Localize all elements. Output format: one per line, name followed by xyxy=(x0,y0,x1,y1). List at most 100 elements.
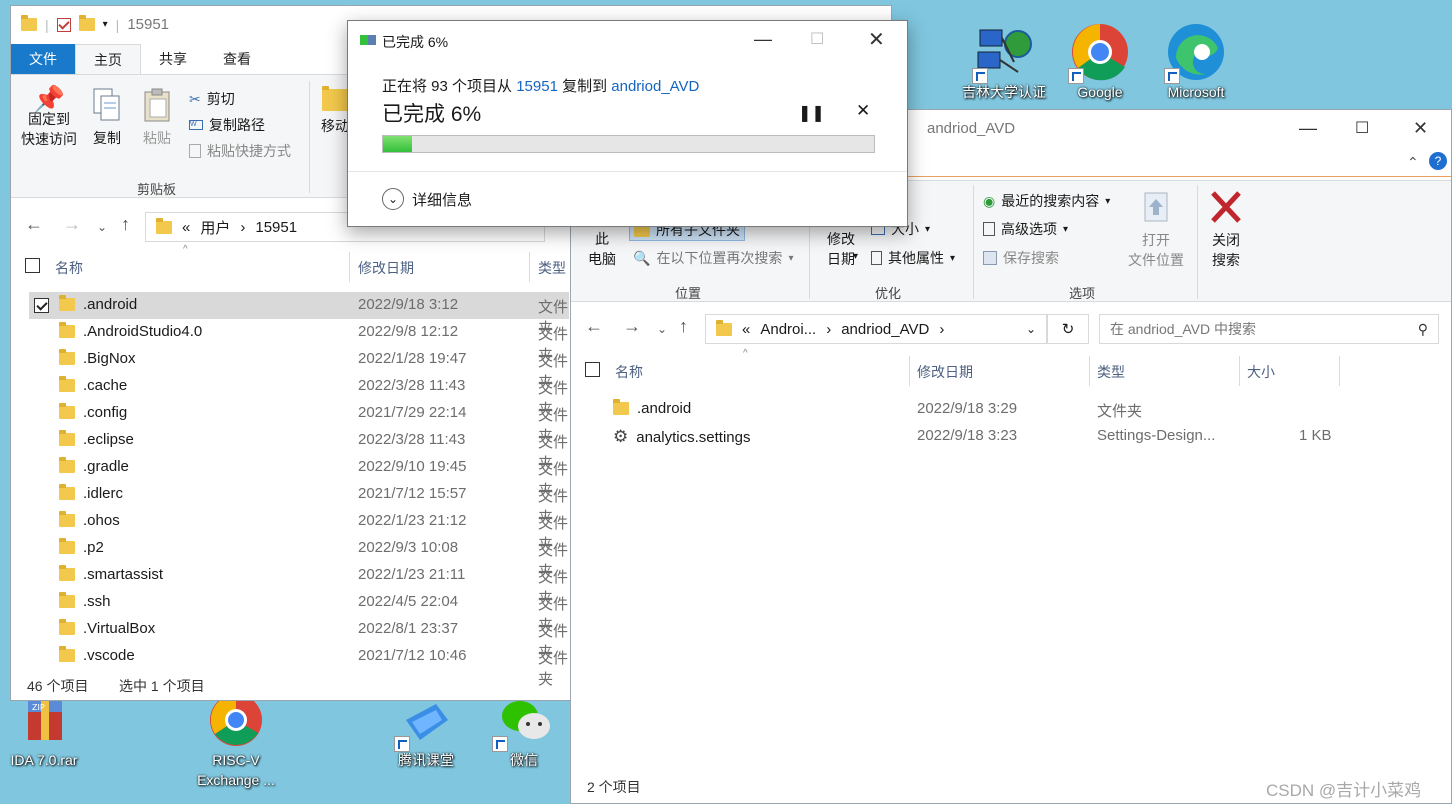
desktop-icon-wechat[interactable]: 微信 xyxy=(476,690,572,770)
properties-check-icon[interactable] xyxy=(56,17,71,32)
copy-path-button[interactable]: W 复制路径 xyxy=(189,115,265,135)
desktop-icon-label: 腾讯课堂 xyxy=(398,752,454,768)
refresh-button[interactable]: ↻ xyxy=(1047,314,1089,344)
breadcrumb-overflow[interactable]: « xyxy=(182,219,190,236)
copy-progress-dialog[interactable]: 已完成 6% — ☐ ✕ 正在将 93 个项目从 15951 复制到 andri… xyxy=(347,20,908,227)
back-arrow-icon[interactable]: ← xyxy=(25,214,43,235)
folder-icon xyxy=(59,349,75,365)
paste-shortcut-button[interactable]: 粘贴快捷方式 xyxy=(189,141,291,161)
column-date[interactable]: 修改日期 xyxy=(358,258,414,278)
list-item[interactable]: .AndroidStudio4.0 2022/9/8 12:12 文件夹 xyxy=(29,319,569,364)
breadcrumb-separator[interactable]: › xyxy=(826,321,831,338)
close-search-button[interactable]: 关闭 搜索 xyxy=(1203,189,1249,270)
list-item[interactable]: .smartassist 2022/1/23 21:11 文件夹 xyxy=(29,562,569,607)
breadcrumb-overflow[interactable]: « xyxy=(742,321,750,338)
column-date[interactable]: 修改日期 xyxy=(917,362,973,382)
copy-button[interactable]: 复制 xyxy=(87,87,127,148)
close-icon[interactable]: ✕ xyxy=(1413,118,1428,139)
list-item[interactable]: .ohos 2022/1/23 21:12 文件夹 xyxy=(29,508,569,553)
dialog-title-bar[interactable]: 已完成 6% — ☐ ✕ xyxy=(348,21,907,59)
breadcrumb[interactable]: « Androi... › andriod_AVD › ⌄ xyxy=(705,314,1047,344)
dropdown-arrow-icon: ▾ xyxy=(950,252,956,264)
address-dropdown-chevron-icon[interactable]: ⌄ xyxy=(1026,322,1036,336)
recent-searches-button[interactable]: ◉ 最近的搜索内容 ▾ xyxy=(983,191,1110,211)
row-checkbox[interactable] xyxy=(34,298,49,313)
breadcrumb-item-android[interactable]: Androi... xyxy=(760,321,816,338)
list-item[interactable]: .android 2022/9/18 3:12 文件夹 xyxy=(29,292,569,337)
this-pc-button[interactable]: 此 电脑 xyxy=(585,229,619,269)
pause-icon[interactable]: ❚❚ xyxy=(798,103,825,123)
tab-share[interactable]: 共享 xyxy=(141,44,205,74)
column-name[interactable]: 名称 xyxy=(55,258,83,278)
search-again-button[interactable]: 🔍 在以下位置再次搜索 ▾ xyxy=(633,248,793,268)
list-item[interactable]: .p2 2022/9/3 10:08 文件夹 xyxy=(29,535,569,580)
maximize-icon[interactable]: ☐ xyxy=(1355,118,1369,138)
file-name: .gradle xyxy=(83,458,129,475)
new-folder-icon[interactable] xyxy=(78,15,95,31)
cancel-copy-icon[interactable]: ✕ xyxy=(856,101,870,121)
list-item[interactable]: .eclipse 2022/3/28 11:43 文件夹 xyxy=(29,427,569,472)
breadcrumb-separator[interactable]: › xyxy=(939,321,944,338)
list-item[interactable]: .BigNox 2022/1/28 19:47 文件夹 xyxy=(29,346,569,391)
collapse-ribbon-chevron-icon[interactable]: ⌃ xyxy=(1407,154,1419,171)
list-item[interactable]: .cache 2022/3/28 11:43 文件夹 xyxy=(29,373,569,418)
file-name: .idlerc xyxy=(83,485,124,502)
breadcrumb-item-users[interactable]: 用户 xyxy=(200,217,230,238)
column-size[interactable]: 大小 xyxy=(1247,362,1275,382)
list-item[interactable]: .vscode 2021/7/12 10:46 文件夹 xyxy=(29,643,569,688)
column-name[interactable]: 名称 xyxy=(615,362,643,382)
desktop-icon-jlu-auth[interactable]: 吉林大学认证 xyxy=(956,22,1052,102)
paste-button[interactable]: 粘贴 xyxy=(137,87,177,148)
list-item[interactable]: .ssh 2022/4/5 22:04 文件夹 xyxy=(29,589,569,634)
desktop-icon-microsoft[interactable]: Microsoft xyxy=(1148,22,1244,102)
list-item[interactable]: .idlerc 2021/7/12 15:57 文件夹 xyxy=(29,481,569,526)
select-all-checkbox[interactable] xyxy=(25,258,40,273)
breadcrumb-separator[interactable]: › xyxy=(240,219,245,236)
file-type: 文件夹 xyxy=(538,650,569,688)
open-location-label: 打开 文件位置 xyxy=(1128,232,1184,268)
breadcrumb-item-andriod-avd[interactable]: andriod_AVD xyxy=(841,321,929,338)
desktop-icon-riscv[interactable]: RISC-V Exchange ... xyxy=(188,690,284,790)
open-file-location-button[interactable]: 打开 文件位置 xyxy=(1123,189,1189,270)
list-item[interactable]: .config 2021/7/29 22:14 文件夹 xyxy=(29,400,569,445)
more-details-button[interactable]: ⌄ 详细信息 xyxy=(382,188,472,210)
customize-dropdown-icon[interactable]: ▾ xyxy=(103,19,108,30)
desktop-icon-ida[interactable]: ZIP IDA 7.0.rar xyxy=(0,690,92,770)
tab-view[interactable]: 查看 xyxy=(205,44,269,74)
list-item[interactable]: .gradle 2022/9/10 19:45 文件夹 xyxy=(29,454,569,499)
help-icon[interactable]: ? xyxy=(1429,152,1447,170)
list-item[interactable]: .VirtualBox 2022/8/1 23:37 文件夹 xyxy=(29,616,569,661)
copy-source-link[interactable]: 15951 xyxy=(516,78,558,95)
pin-to-quick-access-button[interactable]: 📌 固定到 快速访问 xyxy=(17,86,81,149)
column-type[interactable]: 类型 xyxy=(538,258,566,278)
column-type[interactable]: 类型 xyxy=(1097,362,1125,382)
forward-arrow-icon[interactable]: → xyxy=(623,316,641,337)
desktop-icon-tencent-classroom[interactable]: 腾讯课堂 xyxy=(378,690,474,770)
recent-locations-chevron-icon[interactable]: ⌄ xyxy=(97,220,107,234)
forward-arrow-icon[interactable]: → xyxy=(63,214,81,235)
list-item[interactable]: .android 2022/9/18 3:29 文件夹 xyxy=(583,396,1343,423)
search-input[interactable]: 在 andriod_AVD 中搜索 ⚲ xyxy=(1099,314,1439,344)
paste-shortcut-icon xyxy=(189,144,201,158)
recent-locations-chevron-icon[interactable]: ⌄ xyxy=(657,322,667,336)
minimize-icon[interactable]: — xyxy=(1299,118,1317,139)
up-arrow-icon[interactable]: ↑ xyxy=(679,316,688,337)
advanced-options-button[interactable]: 高级选项 ▾ xyxy=(983,219,1068,239)
desktop-icon-google[interactable]: Google xyxy=(1052,22,1148,102)
breadcrumb-item-15951[interactable]: 15951 xyxy=(255,219,297,236)
modified-date-button[interactable]: 修改 日期 xyxy=(819,229,863,269)
copy-destination-link[interactable]: andriod_AVD xyxy=(611,78,699,95)
back-arrow-icon[interactable]: ← xyxy=(585,316,603,337)
list-item[interactable]: ⚙ analytics.settings 2022/9/18 3:23 Setti… xyxy=(583,423,1343,450)
save-search-button[interactable]: 保存搜索 xyxy=(983,248,1059,268)
select-all-checkbox[interactable] xyxy=(585,362,600,377)
other-properties-button[interactable]: 其他属性 ▾ xyxy=(871,248,955,268)
up-arrow-icon[interactable]: ↑ xyxy=(121,214,130,235)
tab-home[interactable]: 主页 xyxy=(75,44,141,74)
close-icon[interactable]: ✕ xyxy=(868,27,885,52)
tab-file[interactable]: 文件 xyxy=(11,44,75,74)
cut-button[interactable]: ✂ 剪切 xyxy=(189,89,235,109)
file-date: 2022/9/10 19:45 xyxy=(358,458,467,475)
file-name: .android xyxy=(637,400,692,417)
minimize-icon[interactable]: — xyxy=(754,29,772,50)
